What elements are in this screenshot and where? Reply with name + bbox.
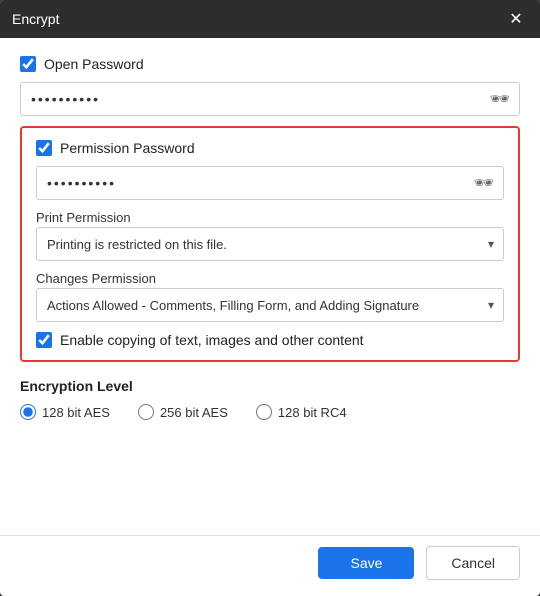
open-password-field-wrapper: 🕶 [20, 82, 520, 116]
encryption-level-section: Encryption Level 128 bit AES 256 bit AES… [20, 372, 520, 420]
cancel-button[interactable]: Cancel [426, 546, 520, 580]
enable-copying-label: Enable copying of text, images and other… [60, 332, 364, 348]
open-password-row: Open Password [20, 56, 520, 72]
changes-permission-select[interactable]: None Inserting, deleting, and rotating p… [36, 288, 504, 322]
enable-copying-row: Enable copying of text, images and other… [36, 332, 504, 348]
encryption-level-title: Encryption Level [20, 378, 520, 394]
print-permission-label: Print Permission [36, 210, 504, 225]
save-button[interactable]: Save [318, 547, 414, 579]
dialog-title: Encrypt [12, 11, 59, 27]
enable-copying-checkbox[interactable] [36, 332, 52, 348]
permission-password-label: Permission Password [60, 140, 195, 156]
print-permission-section: Print Permission Printing is restricted … [36, 210, 504, 261]
dialog-footer: Save Cancel [0, 535, 540, 596]
radio-option-rc4128[interactable]: 128 bit RC4 [256, 404, 347, 420]
changes-permission-select-wrapper: None Inserting, deleting, and rotating p… [36, 288, 504, 322]
encryption-level-radio-group: 128 bit AES 256 bit AES 128 bit RC4 [20, 404, 520, 420]
encrypt-dialog: Encrypt ✕ Open Password 🕶 Permission Pas… [0, 0, 540, 596]
radio-rc4128-label: 128 bit RC4 [278, 405, 347, 420]
open-password-eye-icon[interactable]: 🕶 [490, 89, 510, 109]
permission-password-row: Permission Password [36, 140, 504, 156]
dialog-body: Open Password 🕶 Permission Password 🕶 Pr… [0, 38, 540, 535]
radio-aes128[interactable] [20, 404, 36, 420]
title-bar: Encrypt ✕ [0, 0, 540, 38]
radio-aes256-label: 256 bit AES [160, 405, 228, 420]
changes-permission-label: Changes Permission [36, 271, 504, 286]
radio-rc4128[interactable] [256, 404, 272, 420]
changes-permission-section: Changes Permission None Inserting, delet… [36, 271, 504, 322]
open-password-label: Open Password [44, 56, 144, 72]
radio-aes128-label: 128 bit AES [42, 405, 110, 420]
close-button[interactable]: ✕ [504, 7, 528, 31]
radio-option-aes256[interactable]: 256 bit AES [138, 404, 228, 420]
print-permission-select-wrapper: Printing is restricted on this file. Low… [36, 227, 504, 261]
print-permission-select[interactable]: Printing is restricted on this file. Low… [36, 227, 504, 261]
permission-password-eye-icon[interactable]: 🕶 [474, 173, 494, 193]
radio-aes256[interactable] [138, 404, 154, 420]
permission-password-input[interactable] [36, 166, 504, 200]
permission-password-field-wrapper: 🕶 [36, 166, 504, 200]
open-password-checkbox[interactable] [20, 56, 36, 72]
radio-option-aes128[interactable]: 128 bit AES [20, 404, 110, 420]
permission-password-checkbox[interactable] [36, 140, 52, 156]
open-password-input[interactable] [20, 82, 520, 116]
permission-box: Permission Password 🕶 Print Permission P… [20, 126, 520, 362]
